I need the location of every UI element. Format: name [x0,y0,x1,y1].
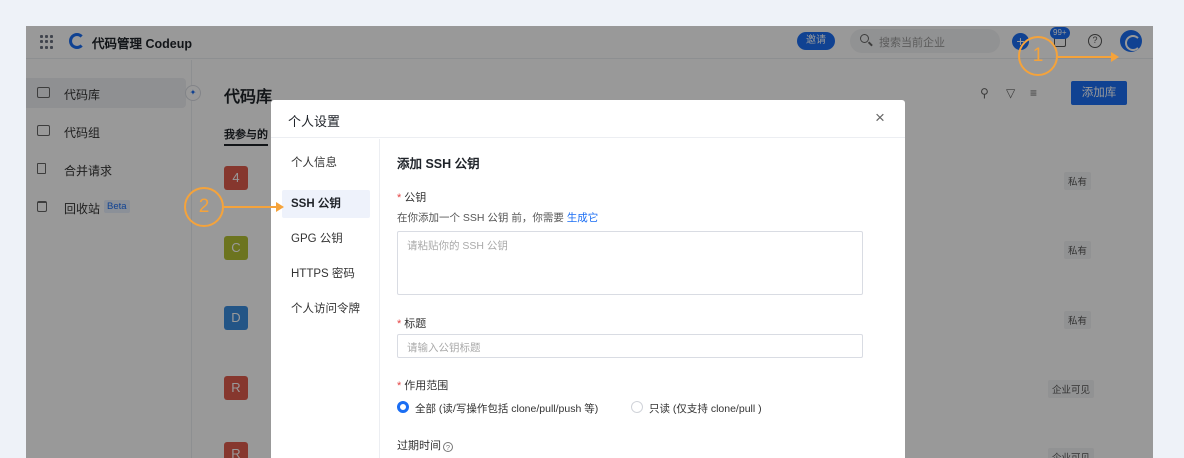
callout-1: 1 [1018,36,1058,76]
dialog-title: 个人设置 [288,114,341,129]
scope-readonly-radio[interactable] [631,401,643,413]
dialog-header: 个人设置 × [271,100,905,138]
key-title-input[interactable]: 请输入公钥标题 [397,334,863,358]
nav-https-password[interactable]: HTTPS 密码 [282,260,370,288]
section-title: 添加 SSH 公钥 [397,157,480,171]
nav-personal-info[interactable]: 个人信息 [282,149,370,177]
title-label: * 标题 [397,318,427,330]
generate-key-link[interactable]: 生成它 [567,212,599,224]
scope-all-label[interactable]: 全部 (读/写操作包括 clone/pull/push 等) [415,401,598,416]
nav-access-tokens[interactable]: 个人访问令牌 [282,295,370,323]
callout-1-arrowhead [1111,52,1119,62]
callout-2-arrowhead [276,202,284,212]
key-textarea[interactable]: 请粘贴你的 SSH 公钥 [397,231,863,295]
callout-1-arrow [1058,56,1113,58]
question-icon[interactable]: ? [443,442,453,452]
key-label: * 公钥 [397,192,427,204]
nav-ssh-keys[interactable]: SSH 公钥 [282,190,370,218]
nav-gpg-keys[interactable]: GPG 公钥 [282,225,370,253]
personal-settings-dialog: 个人设置 × 个人信息 SSH 公钥 GPG 公钥 HTTPS 密码 个人访问令… [271,100,905,458]
callout-2-arrow [224,206,278,208]
close-icon[interactable]: × [875,108,885,128]
settings-nav: 个人信息 SSH 公钥 GPG 公钥 HTTPS 密码 个人访问令牌 [271,139,380,458]
scope-label: * 作用范围 [397,380,449,392]
key-hint: 在你添加一个 SSH 公钥 前，你需要 生成它 [397,212,599,224]
scope-all-radio[interactable] [397,401,409,413]
scope-readonly-label[interactable]: 只读 (仅支持 clone/pull ) [649,401,762,416]
callout-2: 2 [184,187,224,227]
expire-label: 过期时间? [397,437,453,453]
